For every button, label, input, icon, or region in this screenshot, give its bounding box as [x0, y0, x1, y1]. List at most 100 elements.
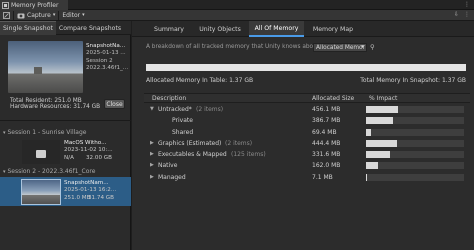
snapshot-item-hardware: 32.00 GB: [86, 154, 112, 161]
memory-table: Description Allocated Size % Impact ▼ Unt…: [144, 93, 470, 183]
row-label: Shared: [172, 128, 194, 136]
column-allocated-size[interactable]: Allocated Size: [312, 95, 354, 102]
snapshot-thumbnail: [22, 140, 60, 164]
impact-bar-fill: [366, 139, 398, 147]
session-title: Session 2 - 2022.3.46f1_Core: [7, 168, 96, 175]
tab-compare-snapshots[interactable]: Compare Snapshots: [56, 21, 124, 35]
session-title: Session 1 - Sunrise Village: [7, 129, 87, 136]
tab-memory-map[interactable]: Memory Map: [308, 21, 358, 37]
table-row[interactable]: ▶ Managed 7.1 MB: [144, 172, 470, 183]
impact-bar: [366, 106, 464, 113]
profiler-options-icon: [3, 11, 10, 19]
table-row[interactable]: ▶ Native 162.0 MB: [144, 160, 470, 171]
session-header[interactable]: ▾ Session 1 - Sunrise Village: [3, 129, 86, 136]
divider: [0, 120, 131, 121]
tab-single-snapshot[interactable]: Single Snapshot: [0, 21, 56, 35]
row-allocated-size: 7.1 MB: [312, 173, 333, 181]
row-label: Private: [172, 117, 193, 125]
row-item-count: (125 items): [231, 151, 266, 159]
table-row[interactable]: ▶ Executables & Mapped (125 items) 331.6 MB: [144, 149, 470, 160]
settings-menu-icon[interactable]: ⋮: [464, 11, 470, 18]
snapshot-item-date: 2025-01-13 16:2...: [64, 187, 117, 194]
impact-bar: [366, 139, 464, 147]
snapshot-screenshot: [8, 41, 83, 93]
memory-view-dropdown[interactable]: Allocated Memor ▾: [313, 43, 367, 52]
impact-bar-fill: [366, 162, 378, 170]
table-body: ▼ Untracked* (2 items) 456.1 MB Private 386.7…: [144, 104, 470, 183]
table-header: Description Allocated Size % Impact: [144, 93, 470, 103]
allocated-memory-bar: [146, 64, 466, 71]
snapshot-list-item-selected[interactable]: SnapshotNam... 2025-01-13 16:2... 251.0 …: [0, 177, 131, 206]
row-label: Executables & Mapped: [158, 151, 227, 159]
snapshot-details: SnapshotNa... 2025-01-13 ... Session 2 2…: [86, 43, 130, 73]
toolbar: Capture ▾ Editor ▾ ⇩ ⋮: [0, 10, 474, 21]
dropdown-value: Allocated Memor: [316, 44, 365, 51]
snapshot-name: SnapshotNa...: [86, 43, 126, 49]
expand-arrow-right-icon[interactable]: ▶: [150, 151, 154, 157]
snapshot-version: 2022.3.46f1_...: [86, 65, 129, 72]
snapshot-thumbnail: [21, 179, 61, 205]
target-selector[interactable]: Editor ▾: [59, 10, 87, 21]
row-allocated-size: 444.4 MB: [312, 139, 341, 147]
row-label: Graphics (Estimated): [158, 139, 222, 147]
impact-bar: [366, 128, 464, 136]
tab-all-of-memory[interactable]: All Of Memory: [249, 21, 304, 37]
row-item-count: (2 items): [225, 139, 253, 147]
close-snapshot-button[interactable]: Close: [104, 99, 125, 109]
impact-bar: [366, 173, 464, 181]
memory-profiler-icon: [2, 1, 9, 9]
profiler-options-button[interactable]: [0, 10, 13, 21]
snapshot-item-resident: 251.0 MB: [64, 194, 91, 201]
window-title: Memory Profiler: [11, 1, 59, 9]
column-description[interactable]: Description: [152, 95, 186, 102]
snapshot-item-name: SnapshotNam...: [64, 180, 109, 186]
snapshot-list-item[interactable]: MacOS Witho... 2023-11-02 10:... N/A 32.…: [0, 137, 131, 166]
analysis-panel: Summary Unity Objects All Of Memory Memo…: [132, 21, 474, 250]
table-row[interactable]: Shared 69.4 MB: [144, 127, 470, 138]
monitor-icon: [36, 150, 46, 158]
expand-arrow-down-icon[interactable]: ▼: [150, 106, 154, 112]
tab-unity-objects[interactable]: Unity Objects: [194, 21, 246, 37]
impact-bar: [366, 151, 464, 159]
analysis-tabs: Summary Unity Objects All Of Memory Memo…: [132, 21, 474, 37]
capture-label: Capture: [27, 11, 51, 19]
table-row[interactable]: Private 386.7 MB: [144, 115, 470, 126]
row-item-count: (2 items): [196, 106, 224, 113]
column-impact[interactable]: % Impact: [369, 95, 397, 102]
row-allocated-size: 386.7 MB: [312, 117, 341, 125]
impact-bar-fill: [366, 106, 399, 113]
row-allocated-size: 69.4 MB: [312, 128, 337, 136]
title-bar: Memory Profiler ⋮: [0, 0, 474, 10]
snapshot-date: 2025-01-13 ...: [86, 50, 126, 57]
expand-arrow-right-icon[interactable]: ▶: [150, 174, 154, 180]
row-allocated-size: 331.6 MB: [312, 151, 341, 159]
table-row[interactable]: ▶ Graphics (Estimated) (2 items) 444.4 MB: [144, 138, 470, 149]
expand-arrow-right-icon[interactable]: ▶: [150, 140, 154, 146]
capture-button[interactable]: Capture ▾: [14, 10, 58, 21]
impact-bar-fill: [366, 128, 371, 136]
row-allocated-size: 456.1 MB: [312, 106, 341, 113]
window-menu-icon[interactable]: ⋮: [464, 1, 470, 8]
view-description: A breakdown of all tracked memory that U…: [146, 44, 321, 50]
capture-dropdown-icon[interactable]: ▾: [53, 12, 56, 18]
import-icon[interactable]: ⇩: [454, 11, 459, 18]
snapshot-item-date: 2023-11-02 10:...: [64, 147, 113, 154]
search-icon[interactable]: ⚲: [370, 43, 375, 51]
expand-arrow-right-icon[interactable]: ▶: [150, 162, 154, 168]
impact-bar-fill: [366, 173, 367, 181]
target-label: Editor: [62, 11, 81, 19]
snapshots-panel: Single Snapshot Compare Snapshots Snapsh…: [0, 21, 131, 250]
impact-bar: [366, 117, 464, 125]
hardware-resources: Hardware Resources: 31.74 GB: [10, 104, 101, 110]
snapshot-item-resident: N/A: [64, 154, 74, 161]
allocated-in-table: Allocated Memory In Table: 1.37 GB: [146, 77, 254, 84]
row-label: Native: [158, 162, 178, 170]
window-tab[interactable]: Memory Profiler: [0, 0, 68, 10]
session-header[interactable]: ▾ Session 2 - 2022.3.46f1_Core: [3, 168, 95, 175]
impact-bar: [366, 162, 464, 170]
chevron-down-icon: ▾: [3, 130, 6, 136]
row-label: Untracked*: [158, 106, 192, 113]
impact-bar-fill: [366, 117, 394, 125]
tab-summary[interactable]: Summary: [146, 21, 192, 37]
table-row[interactable]: ▼ Untracked* (2 items) 456.1 MB: [144, 104, 470, 115]
